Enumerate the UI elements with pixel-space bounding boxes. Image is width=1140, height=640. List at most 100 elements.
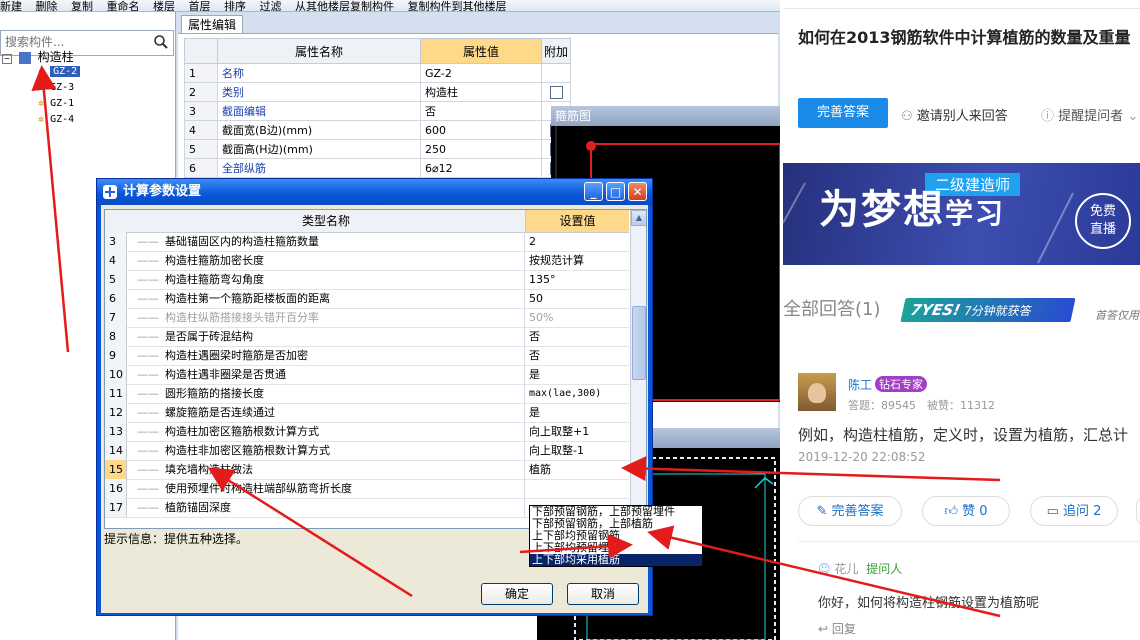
- toolbar-floor-select[interactable]: 首层: [189, 1, 211, 11]
- dialog-title: 计算参数设置: [123, 184, 202, 199]
- param-value[interactable]: 是: [526, 403, 629, 422]
- param-name: 构造柱遇圈梁时箍筋是否加密: [165, 349, 308, 362]
- param-name: 是否属于砖混结构: [165, 330, 253, 343]
- table-row[interactable]: 16 —— 使用预埋件时构造柱端部纵筋弯折长度: [105, 479, 629, 499]
- vertical-scrollbar[interactable]: ▲: [630, 210, 646, 528]
- remind-asker-link[interactable]: ⓘ 提醒提问者 ⌄: [1041, 105, 1138, 124]
- param-value[interactable]: [526, 479, 629, 498]
- row-number: 12: [105, 403, 127, 422]
- tree-item-gz2[interactable]: ✲ GZ-2: [38, 66, 81, 77]
- answerer-name[interactable]: 陈工: [848, 376, 872, 393]
- row-number: 15: [105, 460, 127, 479]
- toolbar-sort[interactable]: 排序: [224, 1, 246, 11]
- ad-banner[interactable]: 二级建造师 为梦想学习 免费 直播: [783, 163, 1140, 265]
- tree-line-icon: ——: [137, 292, 159, 305]
- table-row[interactable]: 13 —— 构造柱加密区箍筋根数计算方式 向上取整+1: [105, 422, 629, 442]
- scroll-up-icon[interactable]: ▲: [631, 210, 646, 226]
- table-row[interactable]: 12 —— 螺旋箍筋是否连续通过 是: [105, 403, 629, 423]
- toolbar-new[interactable]: 新建: [0, 1, 22, 11]
- maximize-button[interactable]: □: [606, 182, 625, 201]
- row-number: 5: [184, 139, 218, 159]
- prop-value[interactable]: 600: [420, 120, 542, 140]
- dropdown-option-selected[interactable]: 上下部均采用植筋: [530, 554, 702, 566]
- improve-answer-button[interactable]: 完善答案: [798, 98, 888, 128]
- param-value[interactable]: 否: [526, 327, 629, 346]
- ok-button[interactable]: 确定: [481, 583, 553, 605]
- row-number: 1: [184, 63, 218, 83]
- toolbar-delete[interactable]: 删除: [36, 1, 58, 11]
- table-row[interactable]: 9 —— 构造柱遇圈梁时箍筋是否加密 否: [105, 346, 629, 366]
- improve-answer-pill[interactable]: ✎ 完善答案: [798, 496, 902, 526]
- table-row[interactable]: 1 名称 GZ-2: [184, 63, 571, 83]
- follow-up-button[interactable]: ▭ 追问 2: [1030, 496, 1118, 526]
- table-row[interactable]: 3 —— 基础锚固区内的构造柱箍筋数量 2: [105, 232, 629, 252]
- param-name: 螺旋箍筋是否连续通过: [165, 406, 275, 419]
- toolbar-rename[interactable]: 重命名: [107, 1, 140, 11]
- minimize-button[interactable]: _: [584, 182, 603, 201]
- prop-value[interactable]: 250: [420, 139, 542, 159]
- tree-line-icon: ——: [137, 330, 159, 343]
- tree-item-gz4[interactable]: ✲ GZ-4: [38, 114, 74, 125]
- table-row[interactable]: 5 —— 构造柱箍筋弯勾角度 135°: [105, 270, 629, 290]
- prop-value[interactable]: 否: [420, 101, 542, 121]
- table-row[interactable]: 7 —— 构造柱纵筋搭接接头错开百分率 50%: [105, 308, 629, 328]
- param-value[interactable]: 是: [526, 365, 629, 384]
- table-row[interactable]: 11 —— 圆形箍筋的搭接长度 max(lae,300): [105, 384, 629, 404]
- param-value[interactable]: 按规范计算: [526, 251, 629, 270]
- param-value[interactable]: 植筋▼: [526, 460, 629, 479]
- param-value[interactable]: 否: [526, 346, 629, 365]
- prop-value[interactable]: 6⌀12: [420, 158, 542, 178]
- construction-method-dropdown[interactable]: 下部预留钢筋，上部预留埋件 下部预留钢筋，上部植筋 上下部均预留钢筋 上下部均预…: [529, 505, 703, 567]
- toolbar-copy-to-floor[interactable]: 复制构件到其他楼层: [408, 1, 507, 11]
- search-icon[interactable]: [153, 34, 169, 50]
- table-row[interactable]: 4 —— 构造柱箍筋加密长度 按规范计算: [105, 251, 629, 271]
- table-row[interactable]: 2 类别 构造柱: [184, 82, 571, 102]
- avatar[interactable]: [798, 373, 836, 411]
- param-value[interactable]: 向上取整-1: [526, 441, 629, 460]
- table-row[interactable]: 6 全部纵筋 6⌀12: [184, 158, 571, 178]
- tree-line-icon: ——: [137, 349, 159, 362]
- table-row[interactable]: 5 截面高(H边)(mm) 250: [184, 139, 571, 159]
- param-value[interactable]: 50%: [526, 308, 629, 327]
- param-value[interactable]: max(lae,300): [526, 384, 629, 403]
- table-row[interactable]: 8 —— 是否属于砖混结构 否: [105, 327, 629, 347]
- toolbar-copy-from-floor[interactable]: 从其他楼层复制构件: [295, 1, 394, 11]
- param-name-cell: —— 构造柱第一个箍筋距楼板面的距离: [127, 289, 525, 308]
- tree-root[interactable]: − 构造柱: [2, 48, 74, 65]
- prop-name: 截面高(H边)(mm): [217, 139, 421, 159]
- prop-col-value: 属性值: [420, 38, 542, 64]
- like-button[interactable]: 👍︎ 赞 0: [922, 496, 1010, 526]
- dialog-titlebar[interactable]: 计算参数设置 _ □ ✕: [97, 179, 652, 205]
- param-name-cell: —— 构造柱非加密区箍筋根数计算方式: [127, 441, 525, 460]
- tree-item-gz1[interactable]: ✲ GZ-1: [38, 98, 74, 109]
- table-row[interactable]: 6 —— 构造柱第一个箍筋距楼板面的距离 50: [105, 289, 629, 309]
- param-value[interactable]: 135°: [526, 270, 629, 289]
- param-value[interactable]: 向上取整+1: [526, 422, 629, 441]
- param-value[interactable]: 50: [526, 289, 629, 308]
- tab-property-editor[interactable]: 属性编辑: [181, 15, 243, 34]
- param-name-cell: —— 螺旋箍筋是否连续通过: [127, 403, 525, 422]
- close-button[interactable]: ✕: [628, 182, 647, 201]
- reply-link[interactable]: ↩ 回复: [818, 620, 856, 637]
- cancel-button[interactable]: 取消: [567, 583, 639, 605]
- grid-col-value: 设置值: [526, 210, 629, 233]
- invite-answer-link[interactable]: ⚇ 邀请别人来回答: [901, 105, 1008, 124]
- prop-value[interactable]: GZ-2: [420, 63, 542, 83]
- table-row[interactable]: 4 截面宽(B边)(mm) 600: [184, 120, 571, 140]
- collapse-icon[interactable]: −: [2, 54, 12, 64]
- table-row[interactable]: 10 —— 构造柱遇非圈梁是否贯通 是: [105, 365, 629, 385]
- param-value-text: 否: [529, 330, 540, 343]
- table-row[interactable]: 3 截面编辑 否: [184, 101, 571, 121]
- scroll-thumb[interactable]: [632, 306, 646, 380]
- toolbar-copy[interactable]: 复制: [71, 1, 93, 11]
- more-button[interactable]: [1136, 496, 1140, 526]
- toolbar-filter[interactable]: 过滤: [260, 1, 282, 11]
- comment-user-name[interactable]: 花儿: [834, 562, 858, 576]
- row-number: 2: [184, 82, 218, 102]
- table-row[interactable]: 15 —— 填充墙构造柱做法 植筋▼: [105, 460, 629, 480]
- extra-checkbox[interactable]: [549, 85, 563, 99]
- table-row[interactable]: 14 —— 构造柱非加密区箍筋根数计算方式 向上取整-1: [105, 441, 629, 461]
- prop-value[interactable]: 构造柱: [420, 82, 542, 102]
- param-value[interactable]: 2: [526, 232, 629, 251]
- tree-item-gz3[interactable]: ✲ GZ-3: [38, 82, 74, 93]
